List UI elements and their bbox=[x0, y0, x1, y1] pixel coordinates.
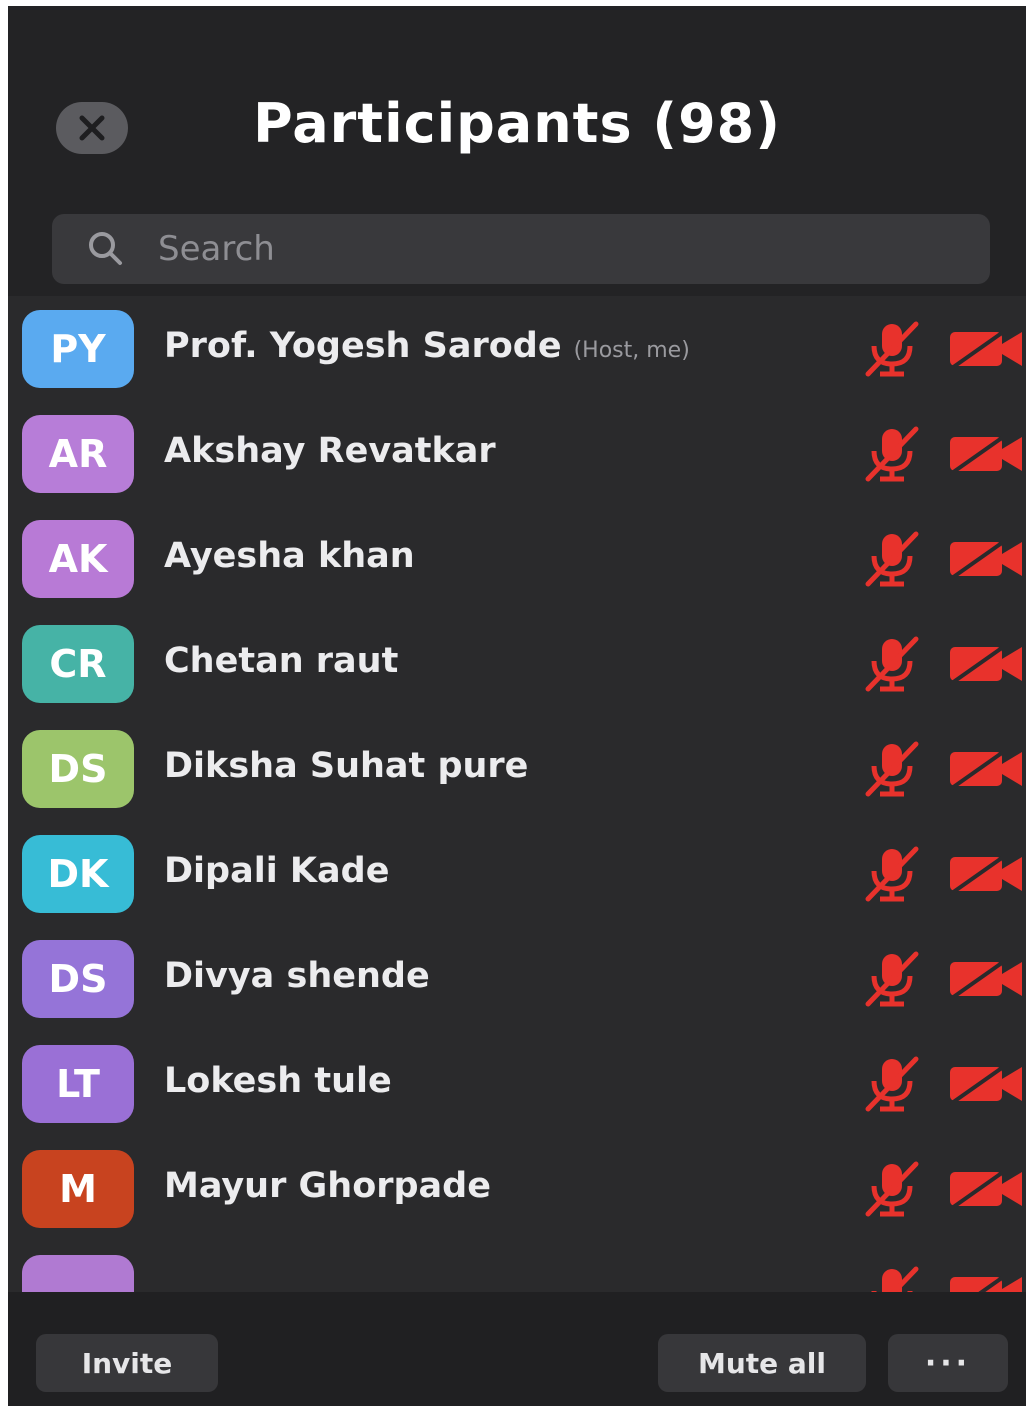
participants-panel: Participants (98) PY Prof. Yogesh Sarode (… bbox=[8, 6, 1026, 1406]
search-icon bbox=[89, 232, 122, 265]
participant-name-text: Divya shende bbox=[164, 956, 430, 996]
mic-muted-icon[interactable] bbox=[860, 1160, 924, 1218]
invite-button[interactable]: Invite bbox=[36, 1334, 218, 1392]
video-off-icon[interactable] bbox=[948, 433, 1024, 475]
participant-name: Lokesh tule bbox=[164, 1061, 392, 1101]
search-bar bbox=[8, 206, 1026, 296]
search-input[interactable] bbox=[158, 219, 990, 279]
mic-muted-icon[interactable] bbox=[860, 425, 924, 483]
search-box[interactable] bbox=[52, 214, 990, 284]
participant-row[interactable]: AK Ayesha khan bbox=[8, 506, 1026, 611]
mic-muted-icon[interactable] bbox=[860, 320, 924, 378]
participant-name-text: Dipali Kade bbox=[164, 851, 390, 891]
video-off-icon[interactable] bbox=[948, 1063, 1024, 1105]
participant-name-text: Mayur Ghorpade bbox=[164, 1166, 491, 1206]
participant-row[interactable]: CR Chetan raut bbox=[8, 611, 1026, 716]
avatar: LT bbox=[22, 1045, 134, 1123]
video-off-icon[interactable] bbox=[948, 328, 1024, 370]
participant-row[interactable]: DS Divya shende bbox=[8, 926, 1026, 1031]
avatar: PY bbox=[22, 310, 134, 388]
participant-row[interactable]: DS Diksha Suhat pure bbox=[8, 716, 1026, 821]
participant-name-text: Prof. Yogesh Sarode bbox=[164, 326, 562, 366]
participant-name: Chetan raut bbox=[164, 641, 398, 681]
avatar bbox=[22, 1255, 134, 1292]
mic-muted-icon[interactable] bbox=[860, 950, 924, 1008]
video-off-icon[interactable] bbox=[948, 748, 1024, 790]
participant-name-text: Lokesh tule bbox=[164, 1061, 392, 1101]
participant-name: Diksha Suhat pure bbox=[164, 746, 528, 786]
avatar: M bbox=[22, 1150, 134, 1228]
video-off-icon[interactable] bbox=[948, 643, 1024, 685]
avatar: DS bbox=[22, 730, 134, 808]
mic-muted-icon[interactable] bbox=[860, 635, 924, 693]
mic-muted-icon[interactable] bbox=[860, 740, 924, 798]
participant-row[interactable]: M Mayur Ghorpade bbox=[8, 1136, 1026, 1241]
video-off-icon[interactable] bbox=[948, 958, 1024, 1000]
avatar: DS bbox=[22, 940, 134, 1018]
video-off-icon[interactable] bbox=[948, 1273, 1024, 1292]
participant-name: Akshay Revatkar bbox=[164, 431, 496, 471]
participant-name-text: Chetan raut bbox=[164, 641, 399, 681]
avatar: DK bbox=[22, 835, 134, 913]
participant-name-text: Akshay Revatkar bbox=[164, 431, 496, 471]
more-options-button[interactable]: ··· bbox=[888, 1334, 1008, 1392]
participant-row[interactable]: DK Dipali Kade bbox=[8, 821, 1026, 926]
participant-row[interactable] bbox=[8, 1241, 1026, 1292]
participant-name: Dipali Kade bbox=[164, 851, 389, 891]
participant-row[interactable]: AR Akshay Revatkar bbox=[8, 401, 1026, 506]
avatar: AR bbox=[22, 415, 134, 493]
footer: Invite Mute all ··· bbox=[8, 1292, 1026, 1406]
header: Participants (98) bbox=[8, 6, 1026, 206]
participant-name-text: Diksha Suhat pure bbox=[164, 746, 529, 786]
mute-all-button[interactable]: Mute all bbox=[658, 1334, 866, 1392]
avatar: AK bbox=[22, 520, 134, 598]
participant-name-text: Ayesha khan bbox=[164, 536, 415, 576]
mic-muted-icon[interactable] bbox=[860, 1055, 924, 1113]
participant-row[interactable]: PY Prof. Yogesh Sarode (Host, me) bbox=[8, 296, 1026, 401]
mic-muted-icon[interactable] bbox=[860, 530, 924, 588]
participant-role: (Host, me) bbox=[573, 338, 690, 363]
participant-row[interactable]: LT Lokesh tule bbox=[8, 1031, 1026, 1136]
participant-name: Mayur Ghorpade bbox=[164, 1166, 491, 1206]
page-title: Participants (98) bbox=[253, 92, 781, 155]
participant-list: PY Prof. Yogesh Sarode (Host, me) AR Akshay … bbox=[8, 296, 1026, 1292]
video-off-icon[interactable] bbox=[948, 853, 1024, 895]
participant-name: Divya shende bbox=[164, 956, 430, 996]
video-off-icon[interactable] bbox=[948, 538, 1024, 580]
mic-muted-icon[interactable] bbox=[860, 1265, 924, 1292]
participant-name: Prof. Yogesh Sarode (Host, me) bbox=[164, 326, 690, 366]
avatar: CR bbox=[22, 625, 134, 703]
video-off-icon[interactable] bbox=[948, 1168, 1024, 1210]
participant-name: Ayesha khan bbox=[164, 536, 415, 576]
mic-muted-icon[interactable] bbox=[860, 845, 924, 903]
